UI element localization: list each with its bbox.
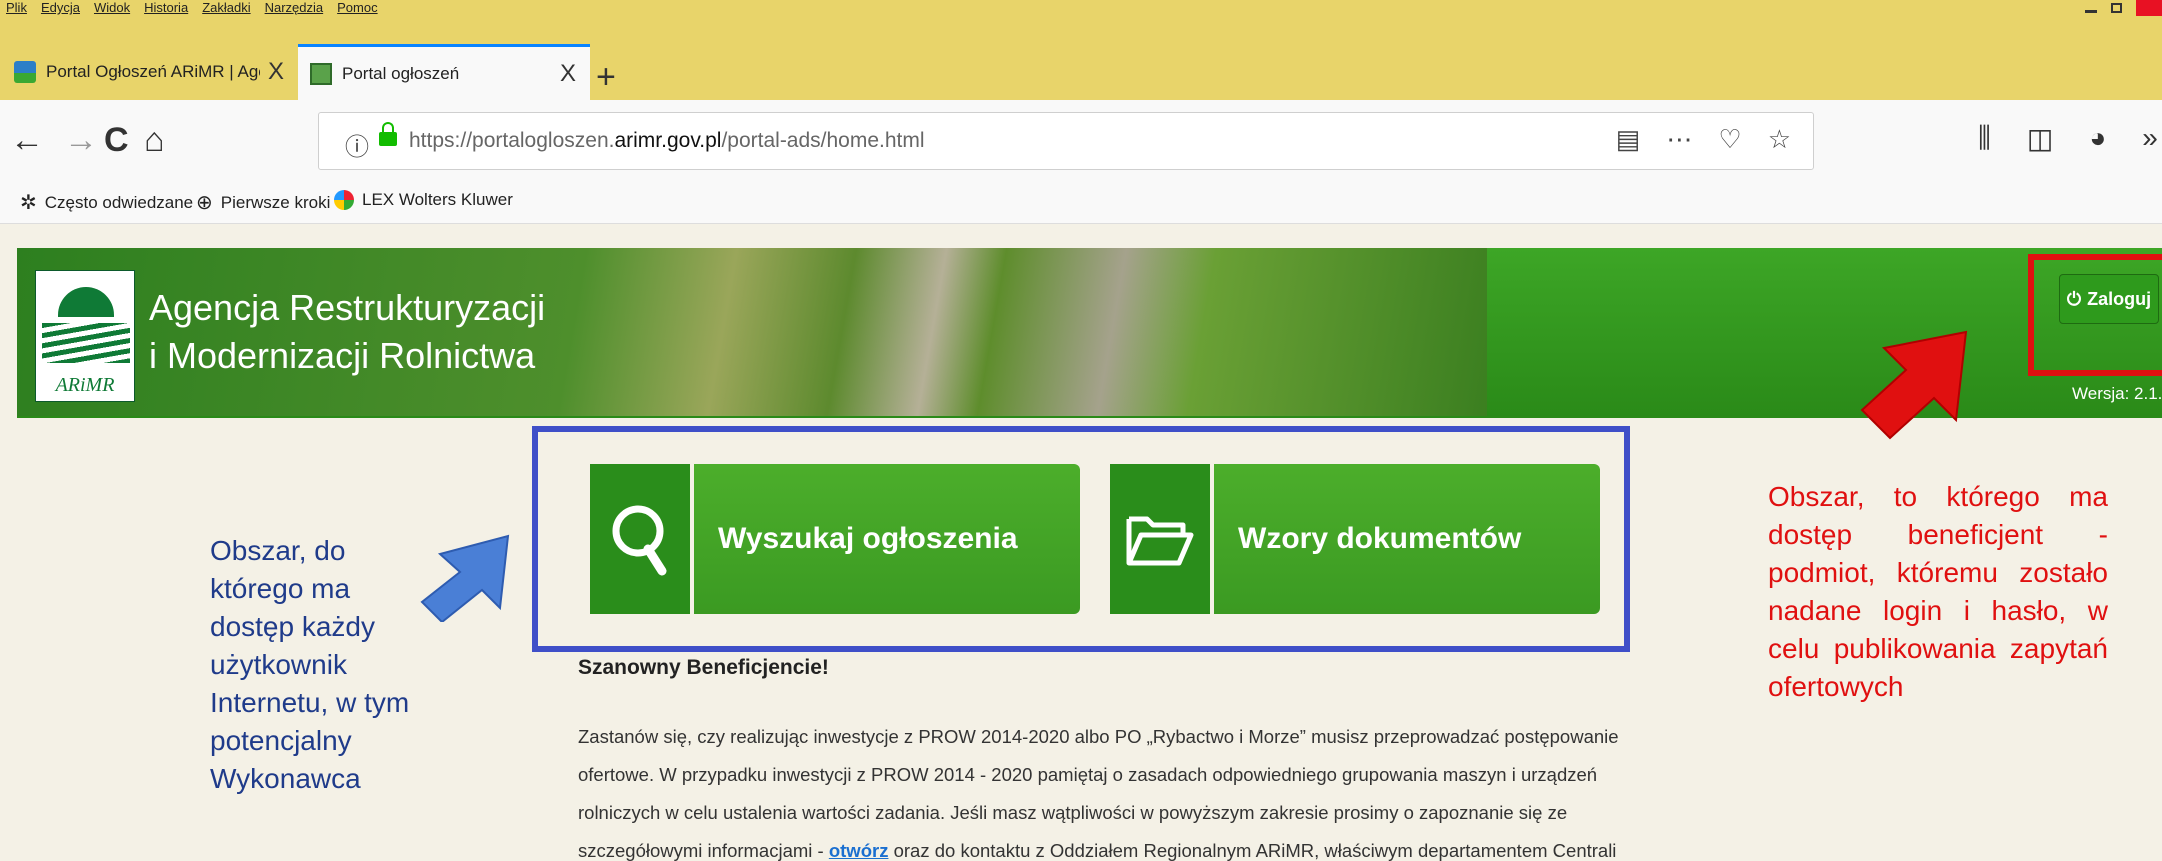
address-bar[interactable]: ⓘ https://portalogloszen.arimr.gov.pl/po… (318, 112, 1814, 170)
info-icon[interactable]: ⓘ (345, 127, 369, 162)
home-icon[interactable]: ⌂ (144, 120, 165, 160)
public-area-note: Obszar, do którego ma dostęp każdy użytk… (210, 535, 410, 794)
tab-close-icon[interactable]: X (560, 60, 576, 88)
library-icon[interactable]: ⫼ (1978, 122, 1991, 155)
tab-close-icon[interactable]: X (268, 58, 284, 86)
tab-strip: Portal Ogłoszeń ARiMR | Agenc X Portal o… (0, 16, 2162, 100)
menu-historia[interactable]: Historia (144, 0, 188, 16)
menu-edycja[interactable]: Edycja (41, 0, 80, 16)
public-area-highlight (532, 426, 1630, 652)
gear-icon: ✲ (20, 192, 37, 214)
sidebar-icon[interactable]: ◫ (2027, 122, 2053, 155)
lock-icon (379, 122, 397, 146)
tab-arimr-portal[interactable]: Portal Ogłoszeń ARiMR | Agenc X (0, 44, 298, 100)
bookmarks-bar: ✲ Często odwiedzane ⊕ Pierwsze kroki LEX… (0, 182, 2162, 224)
greeting-heading: Szanowny Beneficjencie! (578, 656, 829, 679)
navigation-bar: ← → C ⌂ ⓘ https://portalogloszen.arimr.g… (0, 100, 2162, 182)
red-arrow-icon (1860, 330, 1968, 440)
beneficiary-area-note: Obszar, to którego ma dostęp beneficjent… (1768, 481, 2108, 702)
agency-name: Agencja Restrukturyzacji i Modernizacji … (149, 287, 546, 376)
bookmark-pierwsze-kroki[interactable]: ⊕ Pierwsze kroki (196, 190, 330, 215)
tab-title: Portal ogłoszeń (342, 63, 460, 83)
bookmark-czesto-odwiedzane[interactable]: ✲ Często odwiedzane (20, 190, 193, 215)
blue-arrow-icon (420, 534, 510, 622)
bookmark-lex[interactable]: LEX Wolters Kluwer (334, 190, 513, 210)
window-close-icon[interactable] (2136, 0, 2162, 16)
menu-pomoc[interactable]: Pomoc (337, 0, 377, 16)
tab-title: Portal Ogłoszeń ARiMR | Agenc (46, 62, 260, 81)
portal-favicon-icon (310, 62, 332, 85)
lex-icon (334, 190, 354, 210)
intro-paragraph: Zastanów się, czy realizując inwestycje … (578, 726, 1619, 861)
menu-narzedzia[interactable]: Narzędzia (265, 0, 324, 16)
menu-zakladki[interactable]: Zakładki (202, 0, 250, 16)
bookmark-label: Pierwsze kroki (220, 192, 331, 212)
open-link[interactable]: otwórz (829, 840, 889, 861)
minimize-icon[interactable] (2085, 9, 2097, 13)
maximize-icon[interactable] (2111, 3, 2122, 13)
extension-icon[interactable]: ◕ (2089, 122, 2106, 155)
login-area-highlight (2028, 254, 2162, 376)
bookmark-label: Często odwiedzane (44, 192, 194, 212)
overflow-menu-icon[interactable]: » (2142, 122, 2158, 155)
new-tab-button[interactable]: + (596, 60, 616, 94)
menu-widok[interactable]: Widok (94, 0, 130, 16)
reload-icon[interactable]: C (104, 120, 129, 160)
globe-icon: ⊕ (196, 192, 213, 214)
tab-portal-ogloszen[interactable]: Portal ogłoszeń X (298, 44, 590, 100)
bookmark-label: LEX Wolters Kluwer (362, 190, 513, 209)
url-text[interactable]: https://portalogloszen.arimr.gov.pl/port… (409, 129, 925, 153)
menu-bar: Plik Edycja Widok Historia Zakładki Narz… (0, 0, 2162, 16)
back-icon[interactable]: ← (10, 120, 44, 160)
site-header: ARiMR Agencja Restrukturyzacji i Moderni… (17, 248, 2162, 418)
bookmark-star-icon[interactable]: ☆ (1768, 124, 1791, 155)
page-actions-icon[interactable]: ⋯ (1666, 124, 1692, 155)
menu-plik[interactable]: Plik (6, 0, 27, 16)
version-label: Wersja: 2.1.19 (2072, 384, 2162, 403)
arimr-logo[interactable]: ARiMR (35, 270, 135, 402)
forward-icon[interactable]: → (64, 120, 98, 160)
arimr-favicon-icon (14, 61, 36, 83)
pocket-icon[interactable]: ♡ (1718, 124, 1741, 155)
reader-view-icon[interactable]: ▤ (1616, 124, 1641, 155)
